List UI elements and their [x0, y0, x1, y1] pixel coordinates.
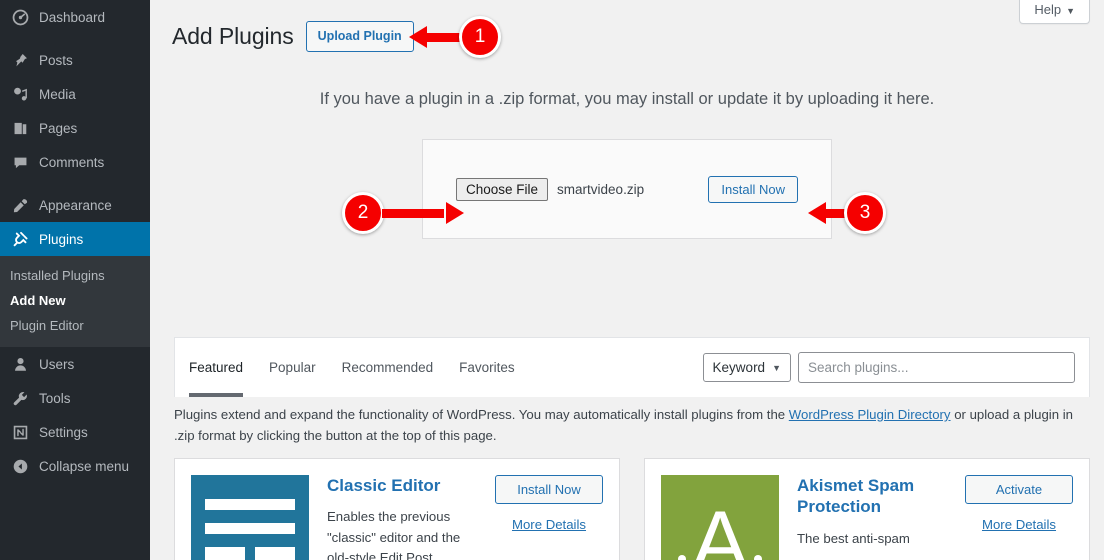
install-now-button[interactable]: Install Now [495, 475, 603, 504]
comments-icon [10, 152, 30, 172]
tab-label: Popular [269, 360, 316, 375]
sidebar-item-label: Users [39, 356, 75, 372]
sidebar-item-label: Plugins [39, 231, 84, 247]
collapse-icon [10, 456, 30, 476]
plugin-description: The best anti-spam [797, 530, 910, 546]
plugin-browser-toolbar: Featured Popular Recommended Favorites K… [174, 337, 1090, 397]
sidebar-item-label: Collapse menu [39, 458, 130, 474]
submenu-item-plugin-editor[interactable]: Plugin Editor [0, 313, 150, 338]
plugins-description: Plugins extend and expand the functional… [174, 404, 1090, 447]
help-button-label: Help [1034, 2, 1062, 17]
users-icon [10, 354, 30, 374]
sidebar-item-tools[interactable]: Tools [0, 381, 150, 415]
sidebar-item-users[interactable]: Users [0, 347, 150, 381]
help-button[interactable]: Help ▼ [1019, 0, 1090, 24]
wordpress-plugin-directory-link[interactable]: WordPress Plugin Directory [789, 407, 951, 422]
chevron-down-icon: ▼ [1066, 6, 1075, 16]
media-icon [10, 84, 30, 104]
pages-icon [10, 118, 30, 138]
sidebar-item-media[interactable]: Media [0, 77, 150, 111]
more-details-link[interactable]: More Details [965, 517, 1073, 532]
sidebar-item-label: Dashboard [39, 9, 106, 25]
tab-label: Featured [189, 360, 244, 375]
submenu-item-label: Add New [10, 293, 66, 308]
upload-intro-text: If you have a plugin in a .zip format, y… [319, 90, 935, 108]
akismet-icon: A [661, 475, 779, 560]
tab-label: Favorites [459, 360, 515, 375]
more-details-link[interactable]: More Details [495, 517, 603, 532]
card-body: Classic Editor Enables the previous "cla… [309, 475, 495, 560]
sidebar-item-settings[interactable]: Settings [0, 415, 150, 449]
submenu-item-label: Plugin Editor [10, 318, 84, 333]
plugins-icon [10, 229, 30, 249]
plugin-tabs: Featured Popular Recommended Favorites [189, 338, 541, 397]
akismet-letter: A [691, 494, 749, 560]
pin-icon [10, 50, 30, 70]
main-content: Help ▼ Add Plugins Upload Plugin If you h… [150, 0, 1104, 560]
card-actions: Activate More Details [965, 475, 1073, 560]
plugin-description: Enables the previous "classic" editor an… [327, 509, 461, 560]
plugins-submenu: Installed Plugins Add New Plugin Editor [0, 256, 150, 347]
search-input[interactable] [798, 352, 1075, 383]
sidebar-item-label: Appearance [39, 197, 112, 213]
selected-file-name: smartvideo.zip [557, 181, 645, 197]
tab-favorites[interactable]: Favorites [459, 338, 515, 397]
tools-icon [10, 388, 30, 408]
upload-plugin-button[interactable]: Upload Plugin [305, 21, 414, 52]
choose-file-button[interactable]: Choose File [456, 177, 549, 201]
sidebar-item-label: Tools [39, 390, 71, 406]
sidebar-item-label: Posts [39, 52, 73, 68]
tab-label: Recommended [341, 360, 434, 375]
search-group: Keyword ▼ [702, 352, 1075, 383]
tab-featured[interactable]: Featured [189, 338, 244, 397]
sidebar-item-label: Media [39, 86, 76, 102]
install-now-button[interactable]: Install Now [708, 175, 798, 203]
sidebar-item-appearance[interactable]: Appearance [0, 188, 150, 222]
submenu-item-label: Installed Plugins [10, 268, 105, 283]
classic-editor-icon [191, 475, 309, 560]
akismet-dot-right [754, 555, 762, 560]
admin-sidebar: Dashboard Posts Media Pages Comments App… [0, 0, 158, 560]
plugin-upload-box: Choose File smartvideo.zip Install Now [422, 139, 832, 239]
card-body: Akismet Spam Protection The best anti-sp… [779, 475, 965, 560]
submenu-item-add-new[interactable]: Add New [0, 288, 150, 313]
description-part-1: Plugins extend and expand the functional… [174, 407, 789, 422]
activate-button[interactable]: Activate [965, 475, 1073, 504]
submenu-item-installed-plugins[interactable]: Installed Plugins [0, 263, 150, 288]
sidebar-item-label: Settings [39, 424, 88, 440]
chevron-down-icon: ▼ [772, 362, 781, 373]
sidebar-item-label: Comments [39, 154, 105, 170]
tab-popular[interactable]: Popular [269, 338, 316, 397]
settings-icon [10, 422, 30, 442]
plugin-title[interactable]: Classic Editor [327, 475, 485, 496]
sidebar-item-dashboard[interactable]: Dashboard [0, 0, 150, 34]
keyword-select[interactable]: Keyword ▼ [702, 353, 791, 382]
tab-recommended[interactable]: Recommended [342, 338, 434, 397]
sidebar-divider [0, 34, 150, 43]
akismet-dot-left [678, 555, 686, 560]
sidebar-divider [0, 179, 150, 188]
upload-row: Choose File smartvideo.zip Install Now [423, 175, 831, 203]
wordpress-admin-screen: Dashboard Posts Media Pages Comments App… [0, 0, 1104, 560]
sidebar-item-comments[interactable]: Comments [0, 145, 150, 179]
page-title: Add Plugins [172, 22, 294, 49]
sidebar-item-collapse-menu[interactable]: Collapse menu [0, 449, 150, 483]
appearance-icon [10, 195, 30, 215]
dashboard-icon [10, 7, 30, 27]
sidebar-item-label: Pages [39, 120, 78, 136]
keyword-select-label: Keyword [712, 360, 766, 375]
sidebar-item-posts[interactable]: Posts [0, 43, 150, 77]
plugin-card-classic-editor: Classic Editor Enables the previous "cla… [174, 458, 620, 560]
page-header: Add Plugins Upload Plugin [150, 0, 1104, 56]
sidebar-item-pages[interactable]: Pages [0, 111, 150, 145]
sidebar-item-plugins[interactable]: Plugins [0, 222, 158, 256]
plugin-title[interactable]: Akismet Spam Protection [797, 475, 955, 518]
plugin-card-akismet: A Akismet Spam Protection The best anti-… [644, 458, 1090, 560]
card-actions: Install Now More Details [495, 475, 603, 560]
plugin-cards: Classic Editor Enables the previous "cla… [174, 458, 1090, 560]
